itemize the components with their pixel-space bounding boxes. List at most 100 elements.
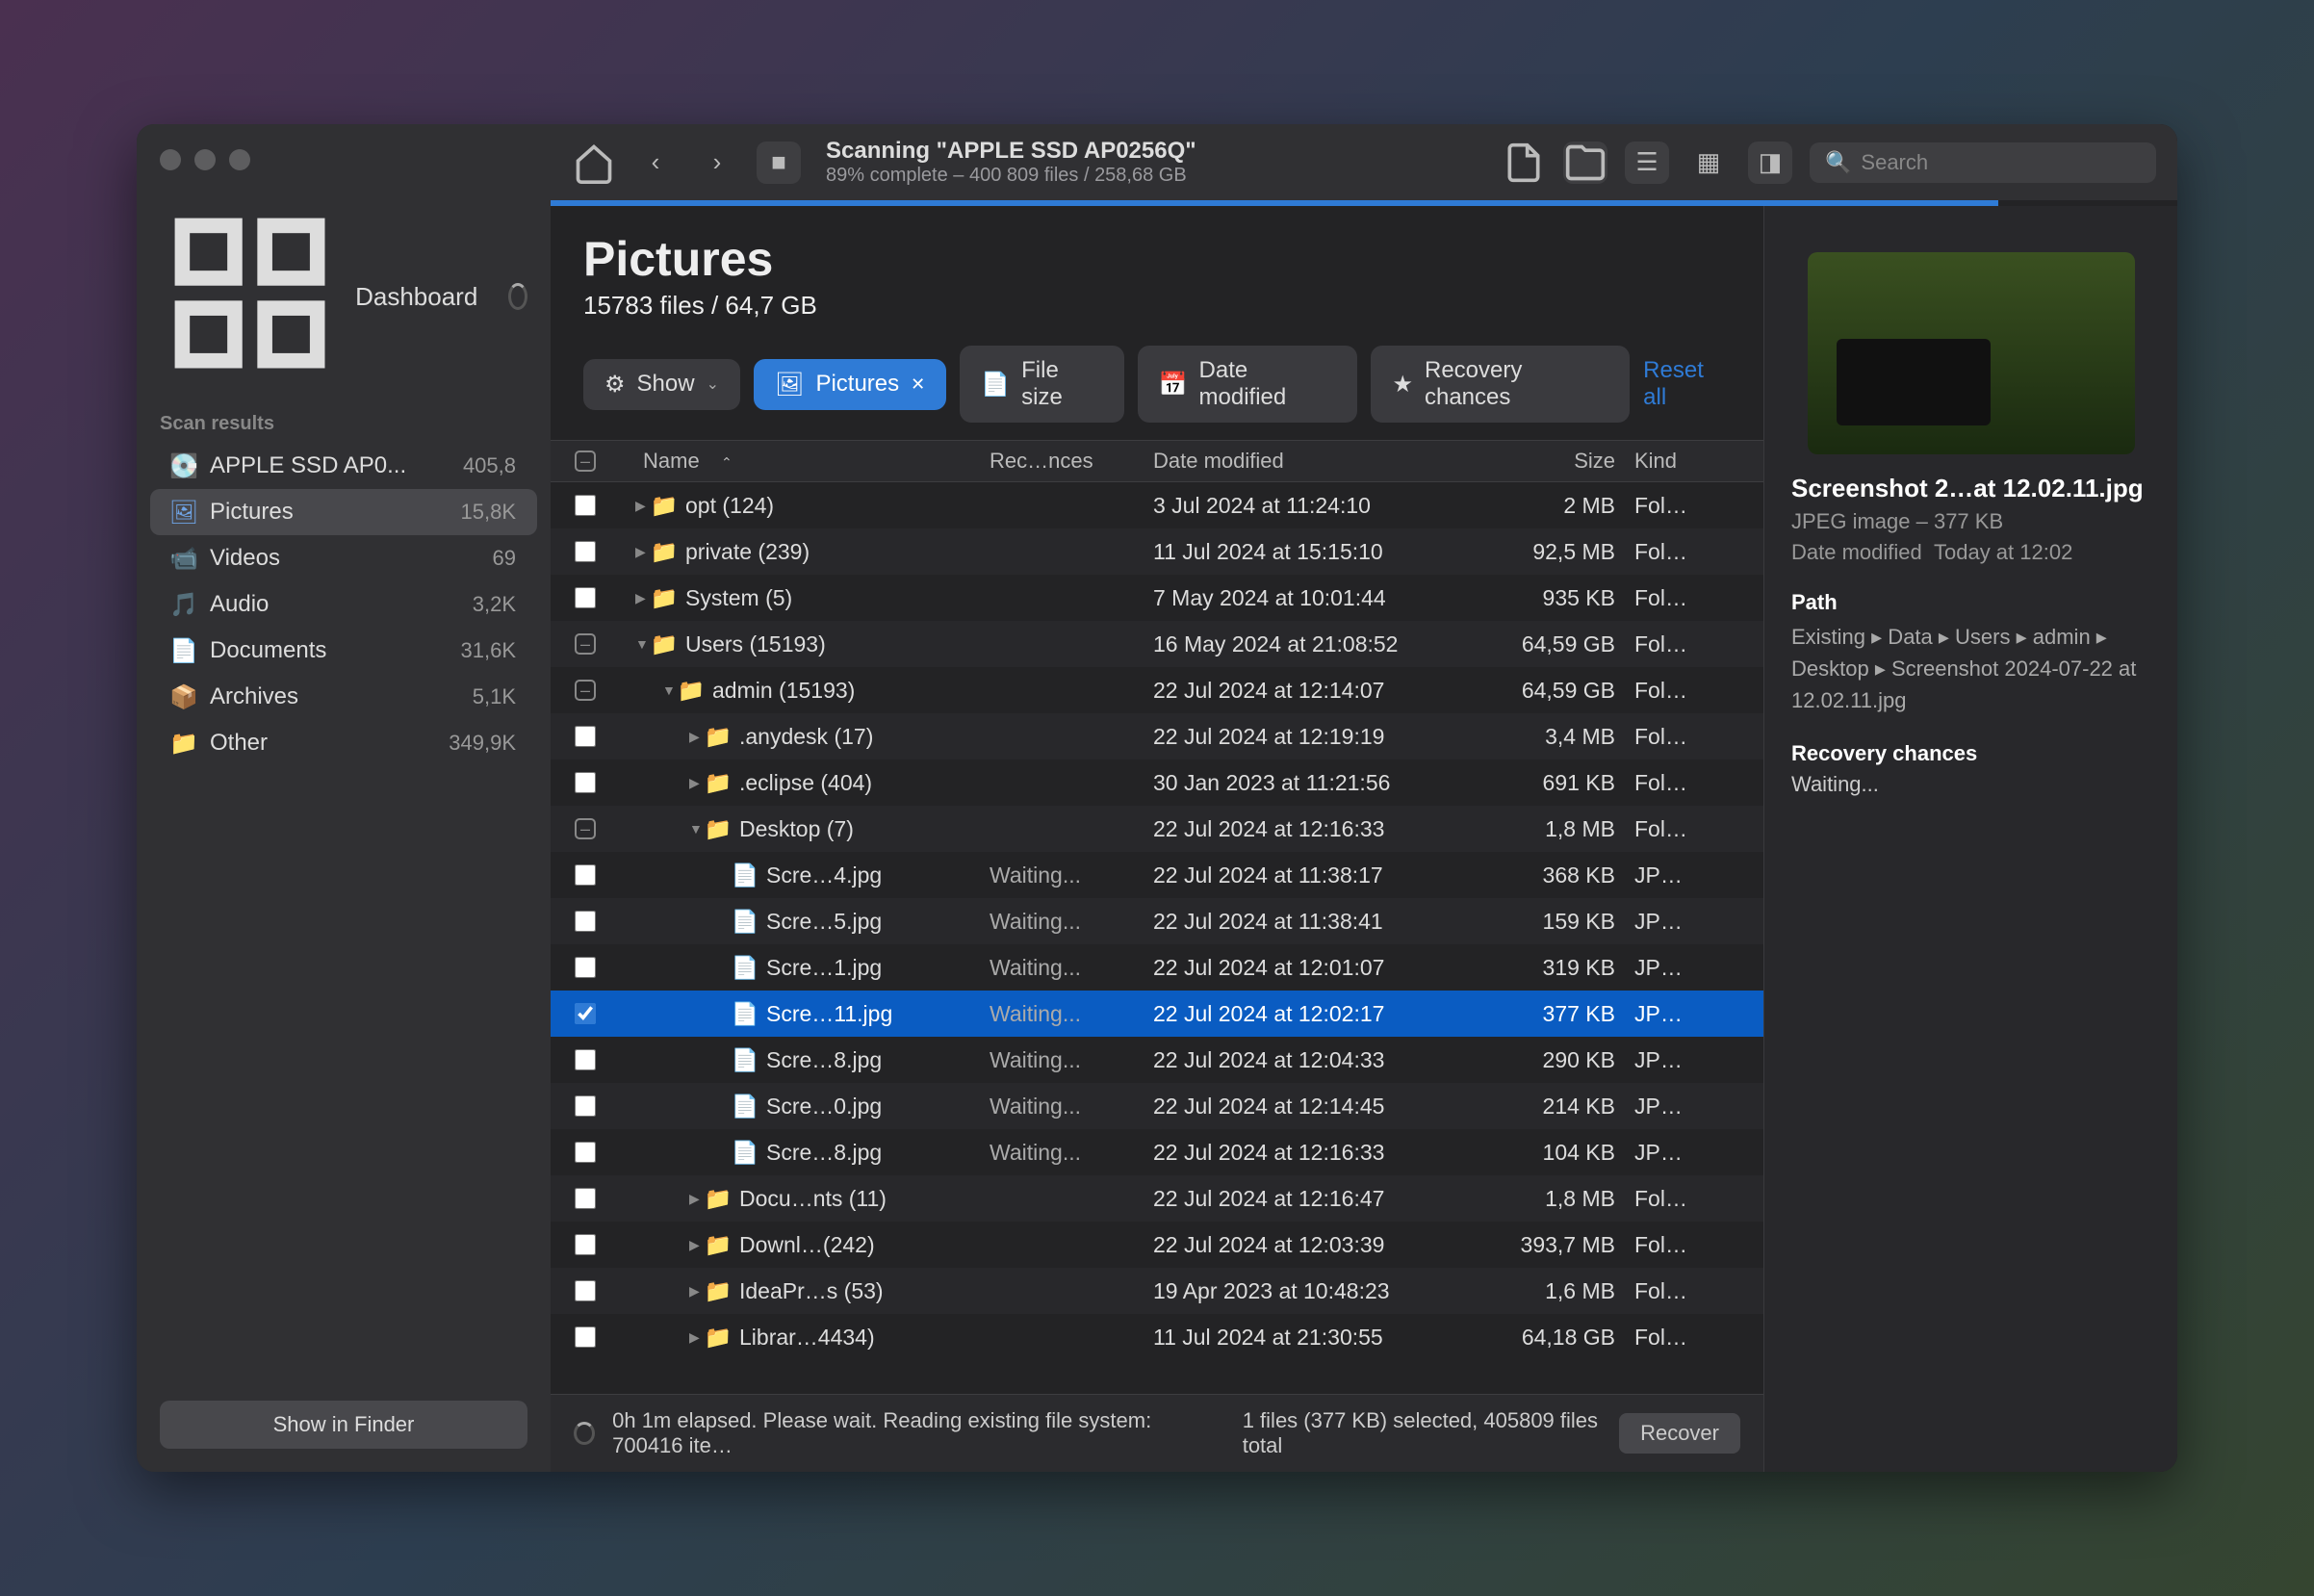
sidebar-item-applessdap[interactable]: 💽APPLE SSD AP0...405,8 [150,443,537,489]
home-button[interactable] [572,142,616,184]
folder-row[interactable]: – ▼📁admin (15193) 22 Jul 2024 at 12:14:0… [551,667,1763,713]
minimize-dot[interactable] [194,149,216,170]
folder-row[interactable]: ▶📁.eclipse (404) 30 Jan 2023 at 11:21:56… [551,759,1763,806]
folder-row[interactable]: ▶📁.anydesk (17) 22 Jul 2024 at 12:19:19 … [551,713,1763,759]
folder-row[interactable]: ▶📁IdeaPr…s (53) 19 Apr 2023 at 10:48:23 … [551,1268,1763,1314]
row-checkbox[interactable] [575,1280,596,1301]
sidebar-item-audio[interactable]: 🎵Audio3,2K [150,581,537,628]
filesize-filter[interactable]: 📄 File size [960,346,1123,423]
col-recovery[interactable]: Rec…nces [990,449,1153,474]
folder-row[interactable]: ▶📁opt (124) 3 Jul 2024 at 11:24:10 2 MB … [551,482,1763,528]
col-name[interactable]: Name ⌄ [643,449,990,474]
image-icon: 🖼 [775,371,804,399]
file-row[interactable]: 📄Scre…8.jpg Waiting... 22 Jul 2024 at 12… [551,1037,1763,1083]
column-headers: – Name ⌄ Rec…nces Date modified Size Kin… [551,440,1763,482]
dashboard-label: Dashboard [355,282,477,312]
sidebar-item-pictures[interactable]: 🖼Pictures15,8K [150,489,537,535]
status-left: 0h 1m elapsed. Please wait. Reading exis… [612,1408,1208,1458]
panel-toggle-button[interactable]: ◨ [1748,142,1792,184]
show-in-finder-button[interactable]: Show in Finder [160,1401,527,1449]
file-button[interactable] [1502,142,1546,184]
row-checkbox[interactable]: – [575,680,596,701]
file-icon: 📄 [733,1048,757,1071]
col-date[interactable]: Date modified [1153,449,1480,474]
sidebar-item-other[interactable]: 📁Other349,9K [150,720,537,766]
folder-button[interactable] [1563,142,1607,184]
forward-button[interactable]: › [695,142,739,184]
file-row[interactable]: 📄Scre…11.jpg Waiting... 22 Jul 2024 at 1… [551,991,1763,1037]
folder-row[interactable]: ▶📁Docu…nts (11) 22 Jul 2024 at 12:16:47 … [551,1175,1763,1222]
select-all-checkbox[interactable]: – [575,450,596,472]
file-list: ▶📁opt (124) 3 Jul 2024 at 11:24:10 2 MB … [551,482,1763,1394]
folder-row[interactable]: ▶📁System (5) 7 May 2024 at 10:01:44 935 … [551,575,1763,621]
back-button[interactable]: ‹ [633,142,678,184]
folder-row[interactable]: ▶📁private (239) 11 Jul 2024 at 15:15:10 … [551,528,1763,575]
calendar-icon: 📅 [1159,371,1188,399]
recover-button[interactable]: Recover [1619,1413,1740,1454]
row-checkbox[interactable] [575,1095,596,1117]
file-row[interactable]: 📄Scre…5.jpg Waiting... 22 Jul 2024 at 11… [551,898,1763,944]
stop-button[interactable]: ■ [757,142,801,184]
row-checkbox[interactable] [575,1188,596,1209]
close-dot[interactable] [160,149,181,170]
row-checkbox[interactable]: – [575,818,596,839]
page-title: Pictures [583,231,1731,287]
folder-row[interactable]: ▶📁Downl…(242) 22 Jul 2024 at 12:03:39 39… [551,1222,1763,1268]
row-checkbox[interactable] [575,864,596,886]
sort-asc-icon: ⌄ [721,453,733,470]
file-row[interactable]: 📄Scre…1.jpg Waiting... 22 Jul 2024 at 12… [551,944,1763,991]
row-checkbox[interactable] [575,1326,596,1348]
file-icon: 📄 [733,1094,757,1118]
search-input[interactable]: 🔍 Search [1810,142,2156,183]
file-row[interactable]: 📄Scre…8.jpg Waiting... 22 Jul 2024 at 12… [551,1129,1763,1175]
row-checkbox[interactable] [575,772,596,793]
sidebar-icon: 💽 [171,453,196,478]
file-icon: 📄 [733,1141,757,1164]
dashboard-link[interactable]: Dashboard [137,193,551,413]
sidebar-icon: 📦 [171,684,196,709]
reset-all-link[interactable]: Reset all [1643,357,1731,411]
folder-icon: 📁 [653,540,676,563]
col-size[interactable]: Size [1480,449,1634,474]
sidebar-item-documents[interactable]: 📄Documents31,6K [150,628,537,674]
file-row[interactable]: 📄Scre…4.jpg Waiting... 22 Jul 2024 at 11… [551,852,1763,898]
folder-icon: 📁 [707,1326,730,1349]
folder-row[interactable]: ▶📁Librar…4434) 11 Jul 2024 at 21:30:55 6… [551,1314,1763,1360]
row-checkbox[interactable] [575,957,596,978]
row-checkbox[interactable] [575,495,596,516]
recovery-filter[interactable]: ★ Recovery chances [1371,346,1630,423]
row-checkbox[interactable] [575,1003,596,1024]
folder-row[interactable]: – ▼📁Users (15193) 16 May 2024 at 21:08:5… [551,621,1763,667]
row-checkbox[interactable] [575,541,596,562]
sidebar-item-archives[interactable]: 📦Archives5,1K [150,674,537,720]
folder-icon: 📁 [707,725,730,748]
close-icon[interactable]: ✕ [911,374,925,395]
spinner-icon [574,1422,595,1445]
file-icon: 📄 [733,910,757,933]
row-checkbox[interactable] [575,911,596,932]
sidebar: Dashboard Scan results 💽APPLE SSD AP0...… [137,124,551,1472]
grid-view-button[interactable]: ▦ [1686,142,1731,184]
row-checkbox[interactable] [575,1234,596,1255]
sidebar-icon: 📁 [171,731,196,756]
row-checkbox[interactable] [575,1142,596,1163]
list-view-button[interactable]: ☰ [1625,142,1669,184]
zoom-dot[interactable] [229,149,250,170]
recovery-value: Waiting... [1791,772,2150,797]
scan-status: Scanning "APPLE SSD AP0256Q" 89% complet… [818,138,1196,187]
scan-subtitle: 89% complete – 400 809 files / 258,68 GB [826,165,1196,187]
pictures-filter[interactable]: 🖼 Pictures ✕ [754,359,946,410]
folder-row[interactable]: – ▼📁Desktop (7) 22 Jul 2024 at 12:16:33 … [551,806,1763,852]
folder-icon: 📁 [653,586,676,609]
folder-icon: 📁 [707,817,730,840]
row-checkbox[interactable] [575,726,596,747]
date-filter[interactable]: 📅 Date modified [1138,346,1358,423]
row-checkbox[interactable]: – [575,633,596,655]
sidebar-icon: 🎵 [171,592,196,617]
col-kind[interactable]: Kind [1634,449,1692,474]
sidebar-item-videos[interactable]: 📹Videos69 [150,535,537,581]
row-checkbox[interactable] [575,1049,596,1070]
row-checkbox[interactable] [575,587,596,608]
show-filter[interactable]: ⚙ Show ⌄ [583,359,740,410]
file-row[interactable]: 📄Scre…0.jpg Waiting... 22 Jul 2024 at 12… [551,1083,1763,1129]
